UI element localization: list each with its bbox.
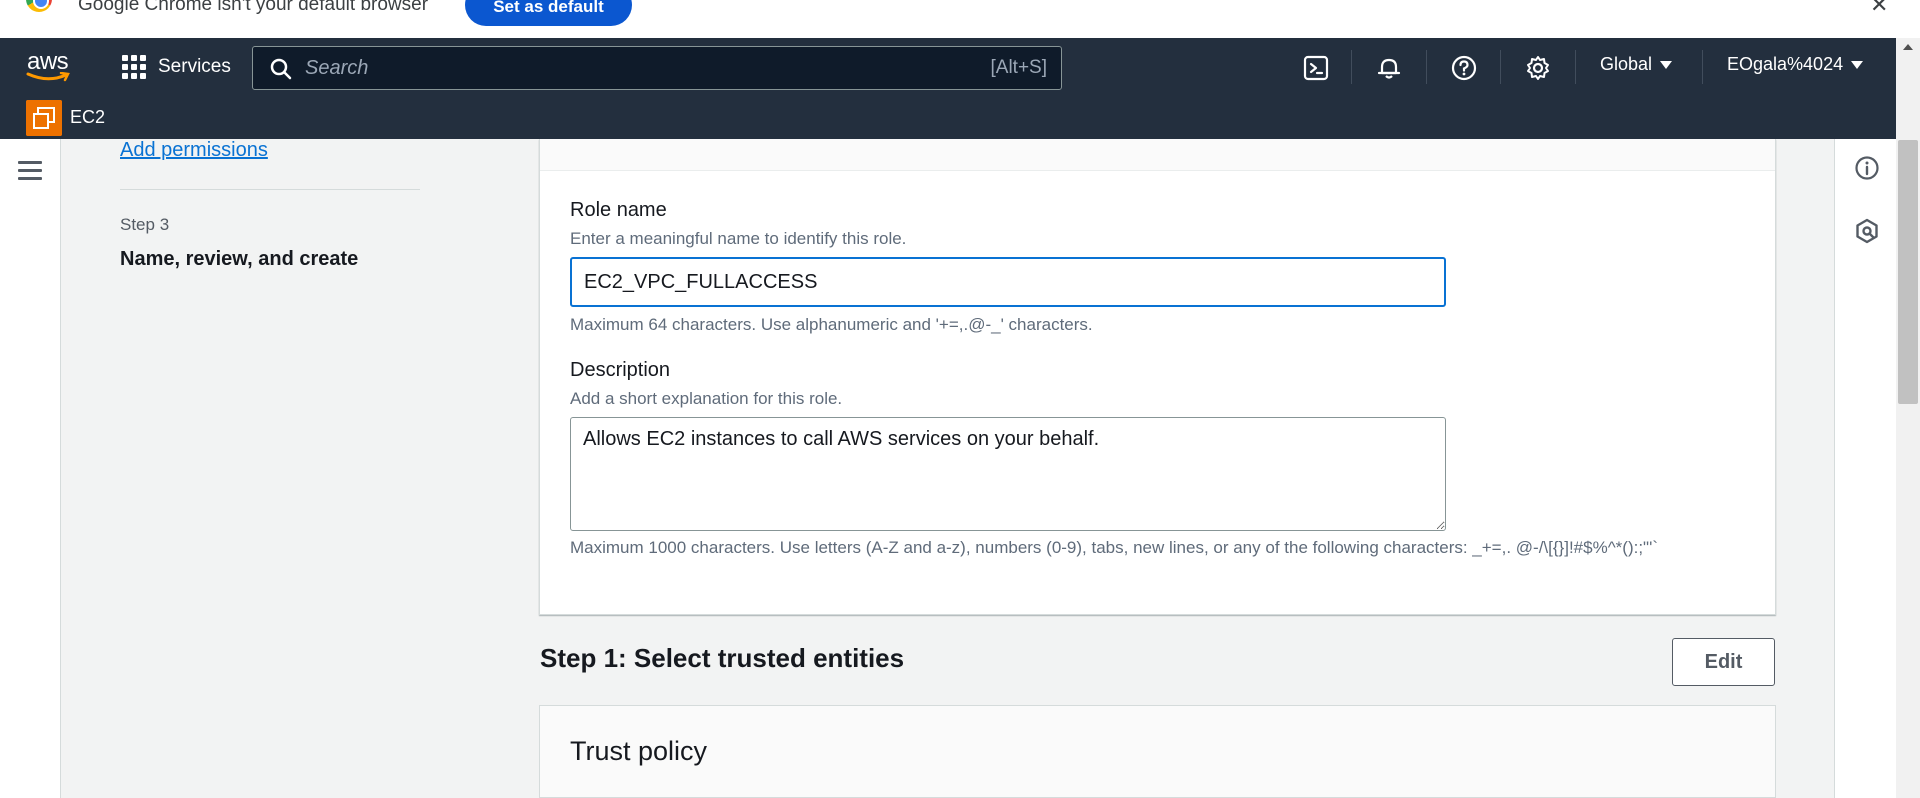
- settings-icon[interactable]: [1524, 54, 1552, 82]
- help-icon[interactable]: [1450, 54, 1478, 82]
- edit-step1-button[interactable]: Edit: [1672, 638, 1775, 686]
- services-menu-button[interactable]: Services: [122, 50, 231, 84]
- search-icon: [270, 58, 292, 80]
- caret-down-icon: [1851, 61, 1864, 70]
- step-number: Step 3: [120, 215, 170, 234]
- aws-nav-service-bar: EC2: [0, 96, 1896, 139]
- search-bar[interactable]: [Alt+S]: [252, 46, 1062, 90]
- services-grid-icon: [122, 55, 146, 79]
- search-shortcut-hint: [Alt+S]: [990, 57, 1048, 78]
- page-scrollbar[interactable]: [1896, 38, 1920, 798]
- description-textarea[interactable]: Allows EC2 instances to call AWS service…: [570, 417, 1446, 531]
- aws-top-navigation: aws Services [Alt+S]: [0, 38, 1896, 139]
- default-browser-message: Google Chrome isn't your default browser: [78, 0, 429, 15]
- role-name-label: Role name: [570, 199, 667, 221]
- caret-down-icon: [1660, 61, 1673, 70]
- step-title-current: Name, review, and create: [120, 248, 359, 270]
- step-link-add-permissions[interactable]: Add permissions: [120, 139, 268, 162]
- chrome-logo-icon: [26, 0, 52, 12]
- ec2-service-link[interactable]: EC2: [70, 107, 105, 128]
- region-selector[interactable]: Global: [1600, 54, 1673, 75]
- chrome-default-browser-bar: Google Chrome isn't your default browser…: [0, 0, 1920, 38]
- trust-policy-panel: Trust policy: [539, 705, 1776, 798]
- region-label: Global: [1600, 54, 1653, 74]
- cloudshell-icon[interactable]: [1302, 54, 1330, 82]
- role-name-description: Enter a meaningful name to identify this…: [570, 229, 907, 248]
- role-name-input[interactable]: [570, 257, 1446, 307]
- panel-header: [540, 139, 1775, 171]
- side-navigation-strip: [0, 139, 61, 798]
- account-menu[interactable]: EOgala%4024: [1727, 54, 1864, 75]
- search-input[interactable]: [305, 53, 905, 83]
- scroll-up-arrow-icon[interactable]: [1903, 44, 1913, 50]
- close-icon[interactable]: ✕: [1870, 0, 1888, 18]
- account-label: EOgala%4024: [1727, 54, 1844, 74]
- role-details-panel: Role name Enter a meaningful name to ide…: [539, 139, 1776, 615]
- steps-divider: [120, 189, 420, 190]
- notifications-icon[interactable]: [1375, 54, 1403, 82]
- description-hint: Add a short explanation for this role.: [570, 389, 843, 408]
- trust-policy-title: Trust policy: [570, 736, 708, 766]
- aws-nav-primary: aws Services [Alt+S]: [0, 38, 1896, 96]
- ec2-service-icon[interactable]: [26, 100, 62, 136]
- tools-panel-strip: [1834, 139, 1896, 798]
- info-icon[interactable]: [1854, 155, 1880, 181]
- description-constraint: Maximum 1000 characters. Use letters (A-…: [570, 538, 1658, 557]
- role-name-constraint: Maximum 64 characters. Use alphanumeric …: [570, 315, 1093, 334]
- aws-logo[interactable]: aws: [26, 48, 74, 82]
- description-label: Description: [570, 359, 671, 381]
- step1-section-title: Step 1: Select trusted entities: [540, 643, 905, 673]
- services-label: Services: [158, 56, 231, 77]
- aws-smile-icon: [26, 72, 70, 82]
- scrollbar-thumb[interactable]: [1898, 140, 1918, 404]
- hamburger-menu-icon[interactable]: [18, 161, 42, 181]
- set-as-default-button[interactable]: Set as default: [465, 0, 632, 26]
- feedback-hexagon-icon[interactable]: [1854, 218, 1880, 244]
